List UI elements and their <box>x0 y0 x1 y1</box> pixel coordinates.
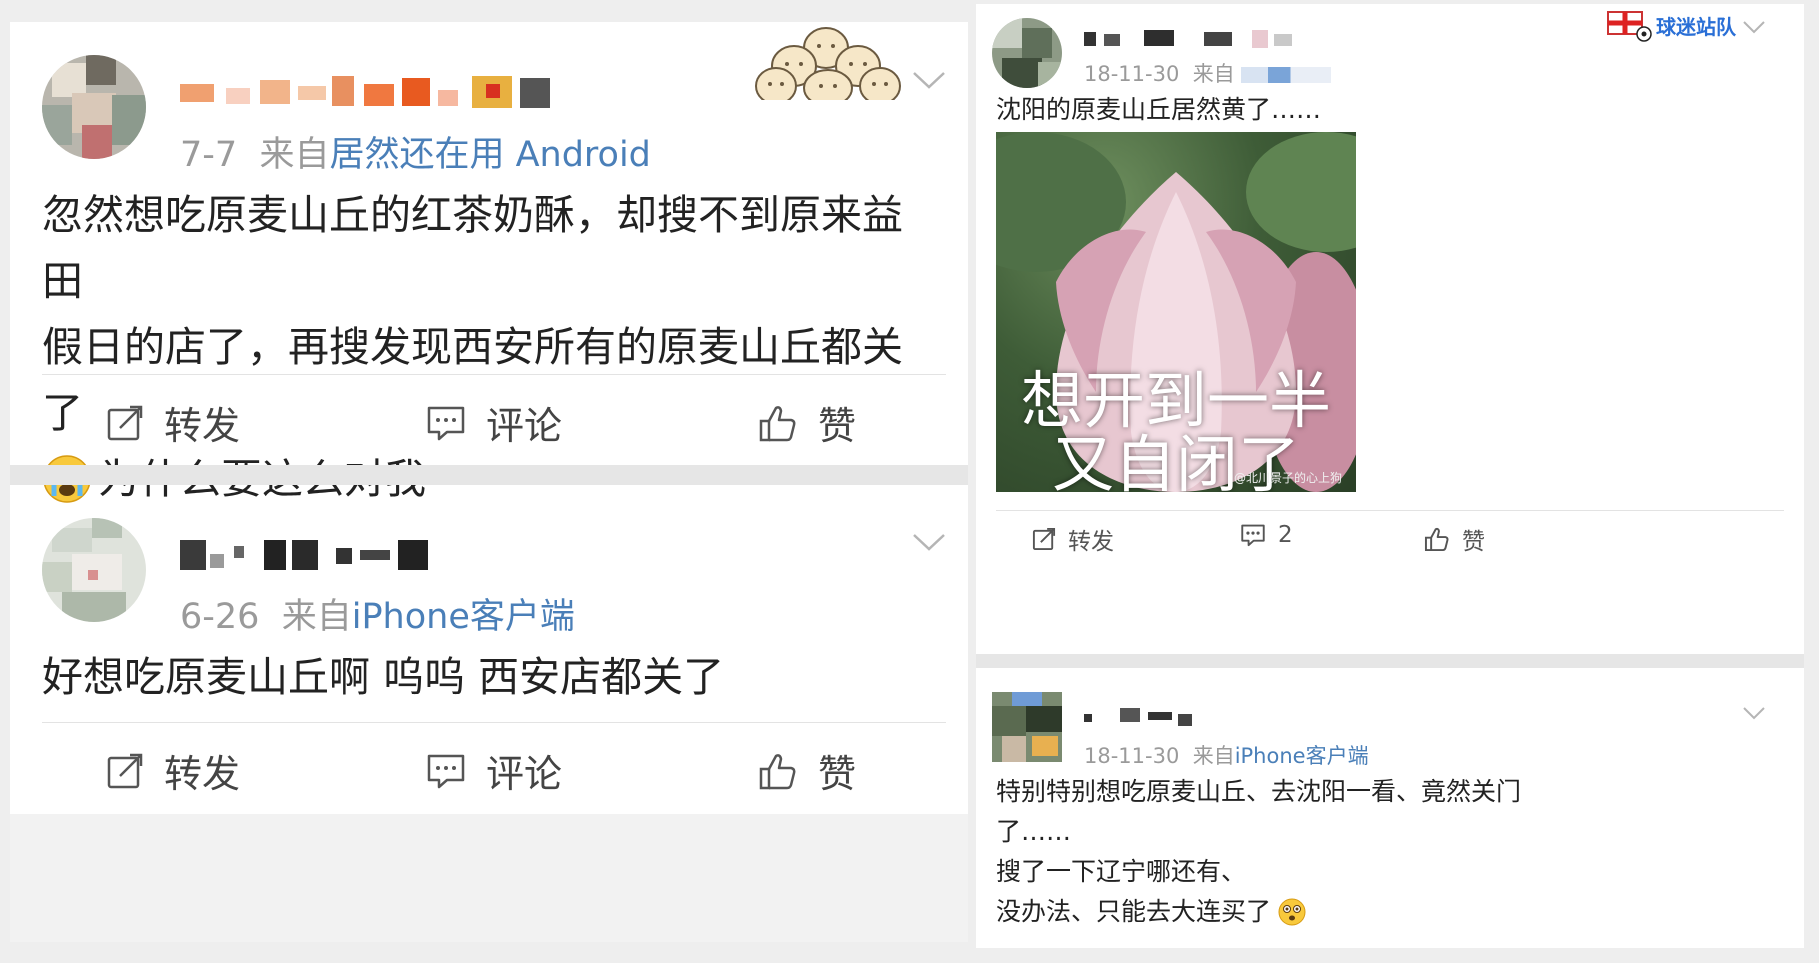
action-bar: 转发 评论 赞 <box>10 375 968 465</box>
repost-label: 转发 <box>164 752 241 796</box>
divider <box>996 510 1784 511</box>
post-text: 沈阳的原麦山丘居然黄了…… <box>996 90 1776 130</box>
post-time: 7-7 <box>180 135 238 175</box>
like-button[interactable]: 赞 <box>758 743 856 798</box>
username-pixelated[interactable] <box>1084 26 1334 56</box>
comment-label: 评论 <box>486 404 563 448</box>
post-source-link[interactable]: iPhone客户端 <box>352 597 575 637</box>
comment-icon <box>1241 524 1265 547</box>
chevron-down-icon[interactable] <box>912 70 946 90</box>
thumbs-up-icon <box>759 405 796 441</box>
repost-button[interactable]: 转发 <box>106 743 240 798</box>
post-source-link[interactable]: iPhone客户端 <box>1235 744 1369 768</box>
avatar[interactable] <box>992 692 1062 762</box>
brand-text: 球迷站队 <box>1656 14 1736 39</box>
avatar[interactable] <box>42 55 146 159</box>
avatar[interactable] <box>992 18 1062 88</box>
post-from-label: 来自 <box>1192 62 1235 86</box>
post-meta: 6-26 来自iPhone客户端 <box>180 588 575 639</box>
post-meta: 7-7 来自居然还在用 Android <box>180 126 651 177</box>
post-text-line: 搜了一下辽宁哪还有、 <box>996 857 1247 886</box>
flag-icon <box>1607 11 1652 42</box>
post-separator <box>976 654 1804 668</box>
post-text-line: 了…… <box>996 817 1072 846</box>
comment-button[interactable]: 评论 <box>426 395 562 450</box>
post-time: 6-26 <box>180 597 260 637</box>
post-text-line: 沈阳的原麦山丘居然黄了…… <box>996 95 1322 124</box>
comment-icon <box>427 754 465 788</box>
post-source-link[interactable]: 居然还在用 Android <box>329 135 650 175</box>
left-feed-panel: 7-7 来自居然还在用 Android 忽然想吃原麦山丘的红茶奶酥，却搜不到原来… <box>10 22 968 942</box>
comment-label: 评论 <box>486 752 563 796</box>
comment-count: 2 <box>1278 522 1293 548</box>
post-text: 好想吃原麦山丘啊 呜呜 西安店都关了 <box>42 644 942 710</box>
repost-label: 转发 <box>164 404 241 448</box>
repost-label: 转发 <box>1068 529 1114 555</box>
flushed-face-emoji-icon <box>1278 898 1306 926</box>
chevron-down-icon[interactable] <box>1742 706 1766 720</box>
action-bar: 转发 评论 赞 <box>10 723 968 813</box>
post-image-lotus[interactable]: 想开到一半 又自闭了 @北川景子的心上狗 <box>996 132 1356 492</box>
comment-button[interactable]: 2 <box>1240 522 1293 548</box>
post-from-label: 来自 <box>1192 744 1235 768</box>
sticker-image <box>755 27 901 100</box>
post-time: 18-11-30 <box>1084 744 1180 768</box>
chevron-down-icon[interactable] <box>912 532 946 552</box>
right-feed-panel-top: 18-11-30 来自 球迷站队 沈阳的原麦山丘居然黄了…… 想开到一半 又自闭… <box>976 4 1804 654</box>
post-from-label: 来自 <box>281 597 352 637</box>
like-button[interactable]: 赞 <box>758 395 856 450</box>
post-meta: 18-11-30 来自iPhone客户端 <box>1084 740 1369 770</box>
post-text-line: 好想吃原麦山丘啊 呜呜 西安店都关了 <box>42 653 725 701</box>
username-pixelated[interactable] <box>1084 702 1224 732</box>
post-source-pixelated[interactable] <box>1241 67 1332 83</box>
post-from-label: 来自 <box>259 135 330 175</box>
post-text-line-end: 没办法、只能去大连买了 <box>996 897 1272 926</box>
post-text-line: 忽然想吃原麦山丘的红茶奶酥，却搜不到原来益田 <box>42 191 903 305</box>
chevron-down-icon[interactable] <box>1742 20 1766 34</box>
comment-button[interactable]: 评论 <box>426 743 562 798</box>
post-meta: 18-11-30 来自 <box>1084 58 1332 88</box>
repost-icon <box>107 753 143 788</box>
brand-badge: 球迷站队 <box>1606 8 1736 42</box>
image-watermark: @北川景子的心上狗 <box>1233 471 1342 485</box>
thumbs-up-icon <box>1424 527 1449 552</box>
repost-button[interactable]: 转发 <box>1032 522 1114 556</box>
repost-button[interactable]: 转发 <box>106 395 240 450</box>
repost-icon <box>1032 527 1056 551</box>
like-label: 赞 <box>818 404 857 448</box>
post-text: 特别特别想吃原麦山丘、去沈阳一看、竟然关门 了…… 搜了一下辽宁哪还有、 没办法… <box>996 772 1786 932</box>
username-pixelated[interactable] <box>180 72 570 116</box>
thumbs-up-icon <box>759 753 796 789</box>
post-text-line: 特别特别想吃原麦山丘、去沈阳一看、竟然关门 <box>996 777 1522 806</box>
avatar[interactable] <box>42 518 146 622</box>
like-label: 赞 <box>1462 529 1485 555</box>
username-pixelated[interactable] <box>180 534 450 578</box>
post-separator <box>10 465 968 485</box>
comment-icon <box>427 406 465 440</box>
right-feed-panel-bottom: 18-11-30 来自iPhone客户端 特别特别想吃原麦山丘、去沈阳一看、竟然… <box>976 668 1804 948</box>
like-button[interactable]: 赞 <box>1424 522 1485 556</box>
post-time: 18-11-30 <box>1084 62 1180 86</box>
post-text-line: 没办法、只能去大连买了 <box>996 892 1786 932</box>
image-caption-line1: 想开到一半 <box>1020 364 1331 437</box>
post-separator <box>10 814 968 942</box>
repost-icon <box>107 405 143 440</box>
like-label: 赞 <box>818 752 857 796</box>
